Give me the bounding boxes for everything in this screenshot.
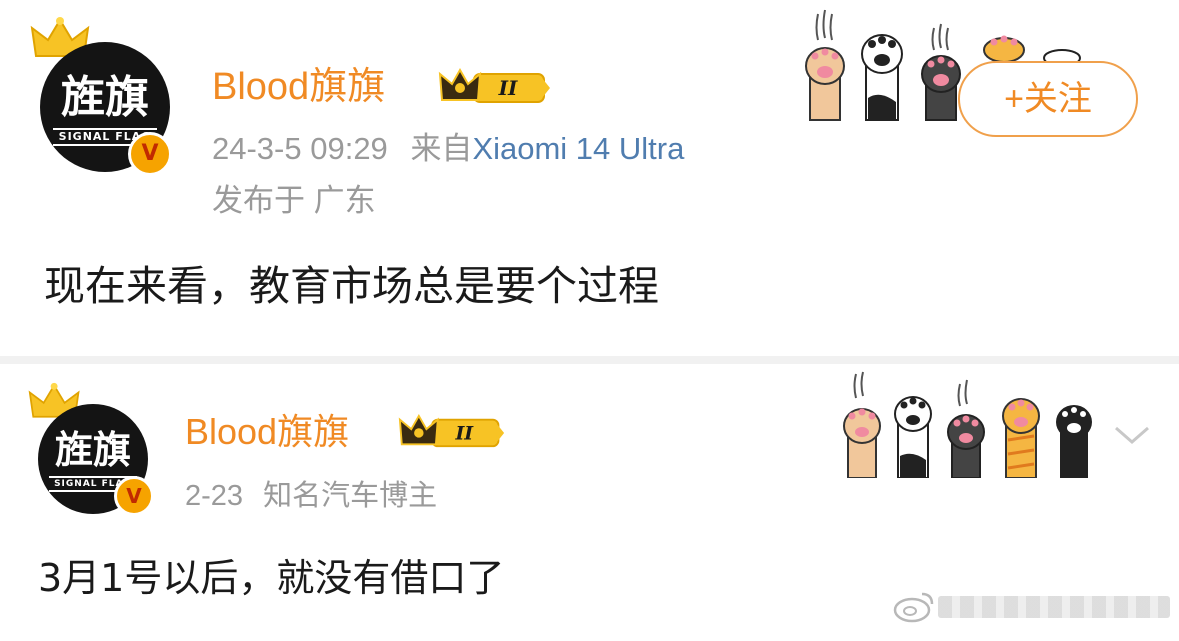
level-label: II xyxy=(498,76,518,100)
level-label: II xyxy=(454,423,474,445)
username[interactable]: Blood旗旗 xyxy=(212,64,385,110)
source-device[interactable]: Xiaomi 14 Ultra xyxy=(472,131,684,166)
post-meta: 2-23 知名汽车博主 xyxy=(185,478,437,514)
author-tag: 知名汽车博主 xyxy=(263,480,438,512)
avatar-text: 旌旗 xyxy=(61,72,149,123)
timestamp: 24-3-5 09:29 xyxy=(212,131,388,166)
post-content: 3月1号以后，就没有借口了 xyxy=(38,556,505,600)
post-divider xyxy=(0,356,1179,364)
post-meta: 24-3-5 09:29 来自Xiaomi 14 Ultra xyxy=(212,130,684,168)
timestamp: 2-23 xyxy=(185,480,244,512)
crown-level-badge-icon: II xyxy=(398,413,505,448)
weibo-post: 旌旗 SIGNAL FLAG V Blood旗旗 II 2-23 知名汽车博主 xyxy=(0,364,1179,641)
source-prefix: 来自 xyxy=(410,131,473,166)
verified-badge: V xyxy=(114,476,154,516)
cat-paws-decoration xyxy=(843,371,1092,478)
avatar-text: 旌旗 xyxy=(54,427,131,472)
follow-button[interactable]: +关注 xyxy=(958,61,1138,137)
weibo-logo-icon xyxy=(893,592,934,623)
chevron-down-icon[interactable] xyxy=(1112,422,1152,446)
post-content: 现在来看，教育市场总是要个过程 xyxy=(44,262,659,310)
weibo-post: 旌旗 SIGNAL FLAG V Blood旗旗 II 24-3-5 09:29… xyxy=(0,0,1179,356)
verified-badge: V xyxy=(128,132,172,176)
username[interactable]: Blood旗旗 xyxy=(185,410,349,454)
watermark-blur xyxy=(938,596,1170,618)
crown-level-badge-icon: II xyxy=(438,67,550,103)
location: 发布于 广东 xyxy=(212,183,376,218)
